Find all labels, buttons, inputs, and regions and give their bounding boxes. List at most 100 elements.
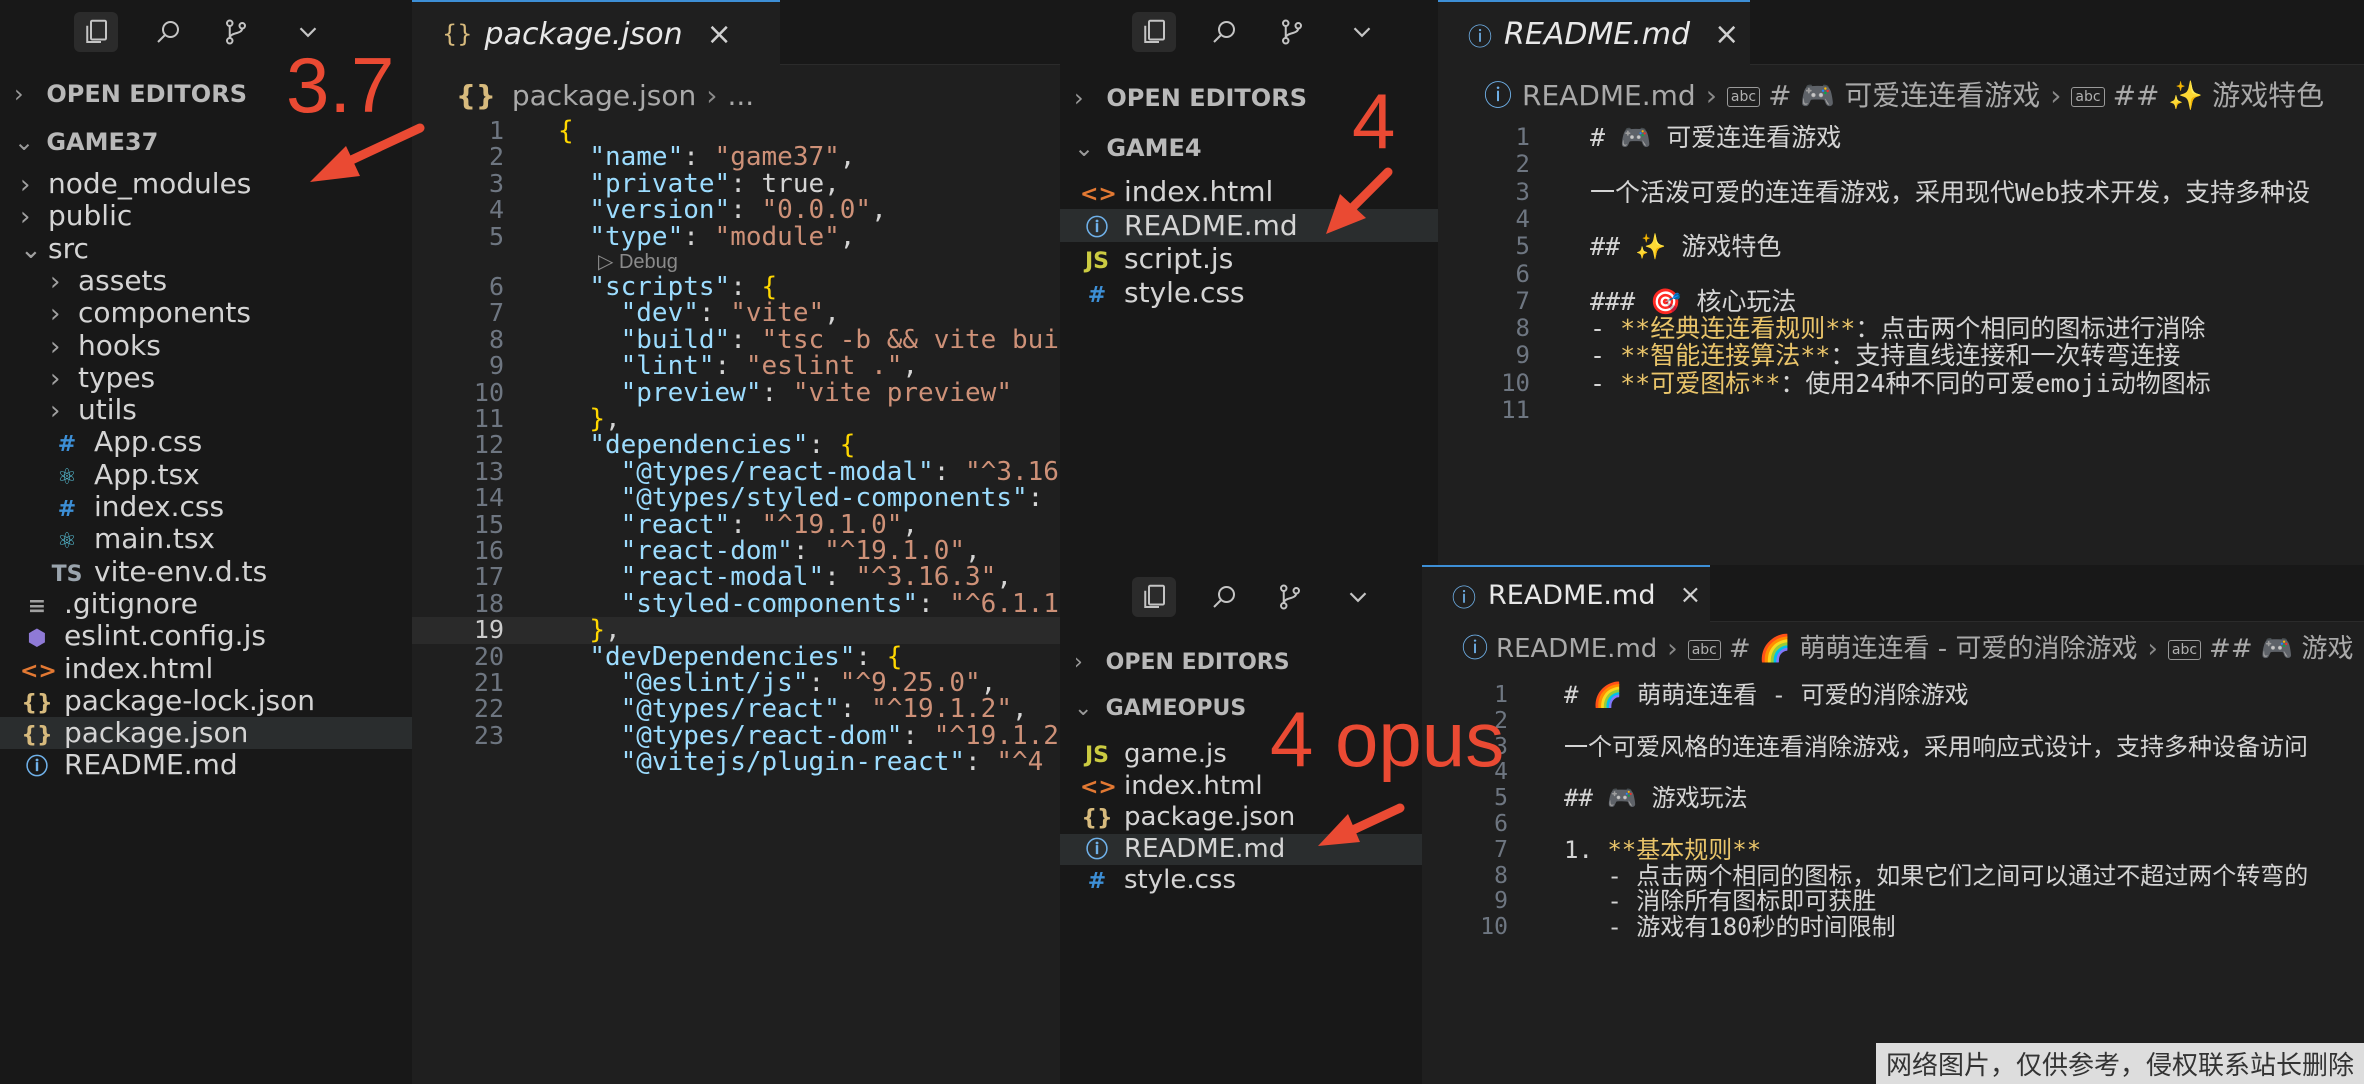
breadcrumb-subheading[interactable]: ## ✨ 游戏特色 <box>2113 79 2325 112</box>
chevron-right-icon: › <box>50 266 61 297</box>
tree-item[interactable]: ⓘ README.md <box>0 749 412 781</box>
tree-item-label: README.md <box>64 748 238 782</box>
code-line: 11 <box>1438 396 2364 424</box>
css-icon: # <box>57 432 77 458</box>
line-text: }, <box>589 615 621 646</box>
open-editors-section[interactable]: › OPEN EDITORS <box>1060 643 1422 683</box>
line-number: 12 <box>473 430 504 460</box>
tree-item[interactable]: # index.css <box>0 490 412 523</box>
line-number: 11 <box>1501 396 1530 424</box>
code-line: 8 "build": "tsc -b && vite bui <box>412 324 1060 355</box>
chevron-right-icon: › <box>14 80 24 108</box>
code-area[interactable]: 1 # 🎮 可爱连连看游戏 2 3 一个活泼可爱的连连看游戏，采用现代Web技术开发，支… <box>1438 123 2364 565</box>
tree-item[interactable]: # style.css <box>1060 276 1438 310</box>
source-control-icon[interactable] <box>1268 577 1312 617</box>
code-area[interactable]: 1{2 "name": "game37", 3 "private": true, 4… <box>412 117 1060 1084</box>
tree-item[interactable]: ⌄ src <box>0 232 412 265</box>
tree-item[interactable]: JS script.js <box>1060 242 1438 276</box>
tree-item[interactable]: TS vite-env.d.ts <box>0 555 412 588</box>
tree-item[interactable]: › utils <box>0 393 412 427</box>
code-line: 1 # 🎮 可爱连连看游戏 <box>1438 123 2364 151</box>
breadcrumb-heading[interactable]: # 🎮 可爱连连看游戏 <box>1768 79 2040 112</box>
close-icon[interactable]: × <box>707 17 732 52</box>
line-number: 4 <box>488 195 504 225</box>
annotation-arrow-top <box>1326 167 1393 234</box>
breadcrumb-file[interactable]: package.json <box>512 79 696 112</box>
tree-item-label: utils <box>78 393 137 427</box>
line-number: 10 <box>1480 914 1508 941</box>
json-icon: {} <box>21 690 53 716</box>
search-icon[interactable] <box>1202 12 1246 52</box>
breadcrumb-subheading[interactable]: ## 🎮 游戏 <box>2209 634 2353 664</box>
explorer-icon[interactable] <box>1132 577 1176 617</box>
line-number: 14 <box>473 483 504 513</box>
code-area[interactable]: 1 # 🌈 萌萌连连看 - 可爱的消除游戏 2 3 一个可爱风格的连连看消除游戏，采用响… <box>1422 682 2364 1084</box>
tab-readme[interactable]: ⓘ README.md × <box>1422 565 1710 623</box>
tree-item[interactable]: # App.css <box>0 426 412 458</box>
code-line: 15 "react": "^19.1.0", <box>412 511 1060 538</box>
line-text: "private": true, <box>589 168 840 199</box>
breadcrumb-heading[interactable]: # 🌈 萌萌连连看 - 可爱的消除游戏 <box>1729 634 2138 664</box>
code-line: 6 "scripts": { <box>412 272 1060 301</box>
line-text: "@eslint/js": "^9.25.0", <box>620 668 997 698</box>
chevron-down-icon: ⌄ <box>1074 696 1093 721</box>
tree-item[interactable]: ⬢ eslint.config.js <box>0 620 412 652</box>
project-label: GAME4 <box>1106 134 1202 162</box>
tree-item[interactable]: › components <box>0 297 412 330</box>
tree-item[interactable]: › public <box>0 200 412 233</box>
annotation-arrow-left <box>310 123 425 182</box>
code-line: 4 "version": "0.0.0", <box>412 195 1060 225</box>
close-icon[interactable]: × <box>1679 580 1701 610</box>
tree-item[interactable]: › types <box>0 361 412 394</box>
tab-package-json[interactable]: {} package.json × <box>412 0 780 66</box>
source-control-icon[interactable] <box>214 12 258 52</box>
tree-item-label: game.js <box>1124 739 1227 769</box>
tree-item-label: package.json <box>1124 802 1296 833</box>
source-control-icon[interactable] <box>1270 12 1314 52</box>
code-line: 10 - **可爱图标**：使用24种不同的可爱emoji动物图标 <box>1438 368 2364 398</box>
json-icon: {} <box>442 20 473 48</box>
tree-item[interactable]: {} package.json <box>0 716 412 750</box>
line-text: "build": "tsc -b && vite bui <box>620 324 1059 355</box>
code-line: 1 # 🌈 萌萌连连看 - 可爱的消除游戏 <box>1422 682 2364 709</box>
explorer-icon[interactable] <box>74 12 118 52</box>
code-line: 7 "dev": "vite", <box>412 298 1060 329</box>
tree-item[interactable]: › assets <box>0 264 412 297</box>
line-text: - 消除所有图标即可获胜 <box>1564 887 1877 916</box>
chevron-down-icon[interactable] <box>1336 577 1380 617</box>
tree-item[interactable]: › hooks <box>0 329 412 362</box>
info-icon: ⓘ <box>1462 634 1489 664</box>
code-line: 8 - 点击两个相同的图标，如果它们之间可以通过不超过两个转弯的 <box>1422 863 2364 890</box>
breadcrumb-more[interactable]: ... <box>727 79 754 112</box>
tree-item[interactable]: ⚛ main.tsx <box>0 523 412 555</box>
css-icon: # <box>1087 282 1107 308</box>
tree-item[interactable]: <> index.html <box>0 652 412 685</box>
tree-item[interactable]: # style.css <box>1060 865 1422 897</box>
line-number: 5 <box>1494 785 1508 812</box>
breadcrumb[interactable]: ⓘ README.md › abc # 🎮 可爱连连看游戏 › abc ## ✨ 游戏特色 <box>1438 64 2364 128</box>
line-text: - **可爱图标**：使用24种不同的可爱emoji动物图标 <box>1590 368 2211 398</box>
line-text: "name": "game37", <box>589 142 856 173</box>
tab-readme[interactable]: ⓘ README.md × <box>1438 0 1750 66</box>
section-label: OPEN EDITORS <box>46 80 247 108</box>
line-number: 6 <box>488 272 504 301</box>
explorer-icon[interactable] <box>1132 12 1176 52</box>
section-label: OPEN EDITORS <box>1105 650 1290 675</box>
line-text: "dev": "vite", <box>620 298 840 329</box>
code-line: "@vitejs/plugin-react": "^4 <box>412 749 1060 775</box>
code-line: 13 "@types/react-modal": "^3.16 <box>412 458 1060 485</box>
close-icon[interactable]: × <box>1714 17 1739 52</box>
breadcrumb[interactable]: ⓘ README.md › abc # 🌈 萌萌连连看 - 可爱的消除游戏 › abc ## … <box>1422 621 2364 677</box>
line-text: "@types/react": "^19.1.2", <box>620 694 1028 725</box>
line-text: 一个活泼可爱的连连看游戏，采用现代Web技术开发，支持多种设 <box>1590 177 2311 207</box>
search-icon[interactable] <box>1202 577 1246 617</box>
tree-item[interactable]: {} package-lock.json <box>0 684 412 717</box>
chevron-down-icon[interactable] <box>1340 12 1384 52</box>
editor-top: ⓘ README.md × ⓘ README.md › abc # 🎮 可爱连连看游戏 ›… <box>1438 0 2364 565</box>
tree-item[interactable]: ⚛ App.tsx <box>0 458 412 491</box>
search-icon[interactable] <box>146 12 190 52</box>
code-line: 5 ## 🎮 游戏玩法 <box>1422 785 2364 812</box>
tree-item[interactable]: ≡ .gitignore <box>0 587 412 620</box>
breadcrumb-file[interactable]: README.md <box>1522 79 1696 112</box>
breadcrumb-file[interactable]: README.md <box>1496 634 1657 664</box>
